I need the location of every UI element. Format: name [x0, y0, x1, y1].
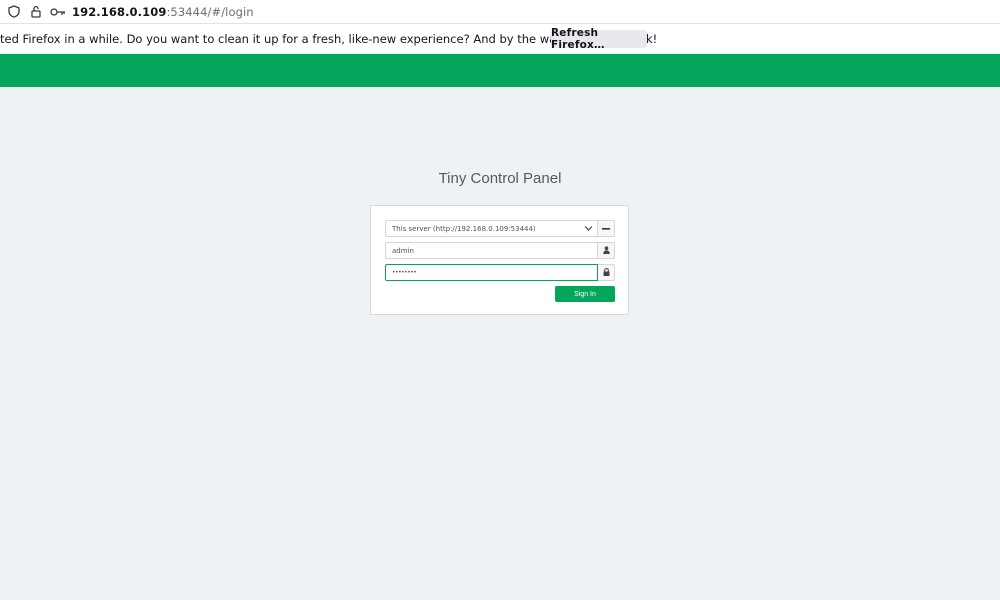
- permissions-icon[interactable]: [28, 4, 44, 20]
- shield-icon[interactable]: [6, 4, 22, 20]
- lock-addon: [598, 264, 615, 281]
- password-field[interactable]: ••••••••: [385, 264, 598, 281]
- url-text[interactable]: 192.168.0.109:53444/#/login: [72, 5, 254, 19]
- url-host: 192.168.0.109: [72, 4, 167, 19]
- server-select-value: This server (http://192.168.0.109:53444): [392, 224, 536, 233]
- password-value: ••••••••: [392, 269, 417, 276]
- password-row: ••••••••: [385, 264, 615, 281]
- user-icon: [602, 245, 610, 256]
- key-icon[interactable]: [50, 4, 66, 20]
- remove-server-button[interactable]: [598, 220, 615, 237]
- username-row: admin: [385, 242, 615, 259]
- refresh-firefox-button[interactable]: Refresh Firefox…: [551, 27, 647, 51]
- browser-url-bar[interactable]: 192.168.0.109:53444/#/login: [0, 0, 1000, 24]
- refresh-notification-bar: ted Firefox in a while. Do you want to c…: [0, 24, 1000, 54]
- lock-icon: [603, 267, 610, 278]
- minus-icon: [602, 224, 610, 233]
- url-path: :53444/#/login: [166, 4, 254, 19]
- server-select[interactable]: This server (http://192.168.0.109:53444): [385, 220, 598, 237]
- app-header-bar: [0, 54, 1000, 87]
- user-addon: [598, 242, 615, 259]
- login-form: This server (http://192.168.0.109:53444)…: [370, 205, 629, 315]
- page-title: Tiny Control Panel: [438, 170, 562, 187]
- username-field[interactable]: admin: [385, 242, 598, 259]
- server-select-row: This server (http://192.168.0.109:53444): [385, 220, 615, 237]
- sign-in-button[interactable]: Sign In: [555, 286, 615, 302]
- username-value: admin: [392, 246, 414, 255]
- chevron-down-icon: [584, 225, 593, 234]
